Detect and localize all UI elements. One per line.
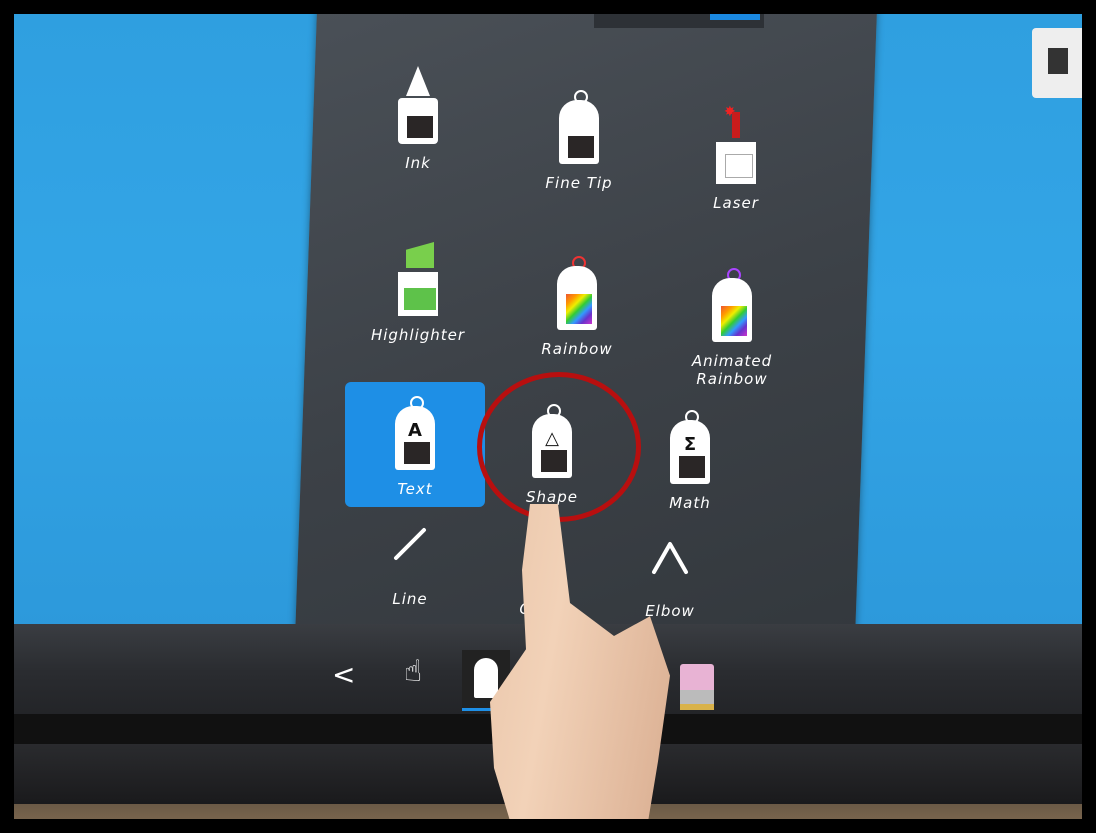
line-icon bbox=[394, 528, 426, 560]
tool-label: Rainbow bbox=[541, 340, 613, 358]
tool-line[interactable]: Line bbox=[350, 524, 470, 608]
pen-icon bbox=[474, 658, 498, 698]
tool-label: Fine Tip bbox=[545, 174, 613, 192]
tool-elbow[interactable]: Elbow bbox=[610, 536, 730, 620]
photo-frame: Ink Fine Tip ✸ Laser Highlighter Rainbow bbox=[6, 6, 1090, 827]
triangle-glyph: △ bbox=[545, 428, 559, 449]
tool-label: Ink bbox=[405, 154, 431, 172]
tool-highlighter[interactable]: Highlighter bbox=[358, 236, 478, 344]
elbow-icon bbox=[652, 542, 688, 574]
highlighter-icon bbox=[396, 236, 440, 316]
animated-rainbow-pen-icon bbox=[710, 262, 754, 342]
math-pen-icon: Σ bbox=[668, 404, 712, 484]
tool-label: Line bbox=[392, 590, 428, 608]
eraser-icon[interactable] bbox=[680, 664, 714, 714]
tool-animated-rainbow[interactable]: Animated Rainbow bbox=[672, 262, 792, 388]
rainbow-pen-icon bbox=[555, 250, 599, 330]
laser-pointer-icon: ✸ bbox=[714, 104, 758, 184]
tool-ink[interactable]: Ink bbox=[358, 64, 478, 172]
text-glyph: A bbox=[408, 420, 422, 441]
tool-label: Text bbox=[397, 480, 433, 498]
hand-tool-icon[interactable]: ☝ bbox=[404, 654, 422, 689]
tool-label: Highlighter bbox=[370, 326, 466, 344]
sigma-glyph: Σ bbox=[683, 434, 697, 455]
text-pen-icon: A bbox=[393, 390, 437, 470]
tool-label: Math bbox=[669, 494, 711, 512]
tool-text[interactable]: A Text bbox=[355, 390, 475, 498]
tool-label: Elbow bbox=[645, 602, 695, 620]
back-arrow-icon[interactable]: < bbox=[332, 658, 355, 691]
fine-tip-pen-icon bbox=[557, 84, 601, 164]
corner-widget[interactable] bbox=[1032, 28, 1082, 98]
tool-rainbow[interactable]: Rainbow bbox=[517, 250, 637, 358]
tool-label: Laser bbox=[713, 194, 759, 212]
ink-pen-icon bbox=[396, 64, 440, 144]
panel-tab bbox=[594, 14, 764, 28]
tool-math[interactable]: Σ Math bbox=[630, 404, 750, 512]
tool-laser[interactable]: ✸ Laser bbox=[676, 104, 796, 212]
tool-fine-tip[interactable]: Fine Tip bbox=[519, 84, 639, 192]
tool-label: Animated Rainbow bbox=[691, 352, 773, 388]
